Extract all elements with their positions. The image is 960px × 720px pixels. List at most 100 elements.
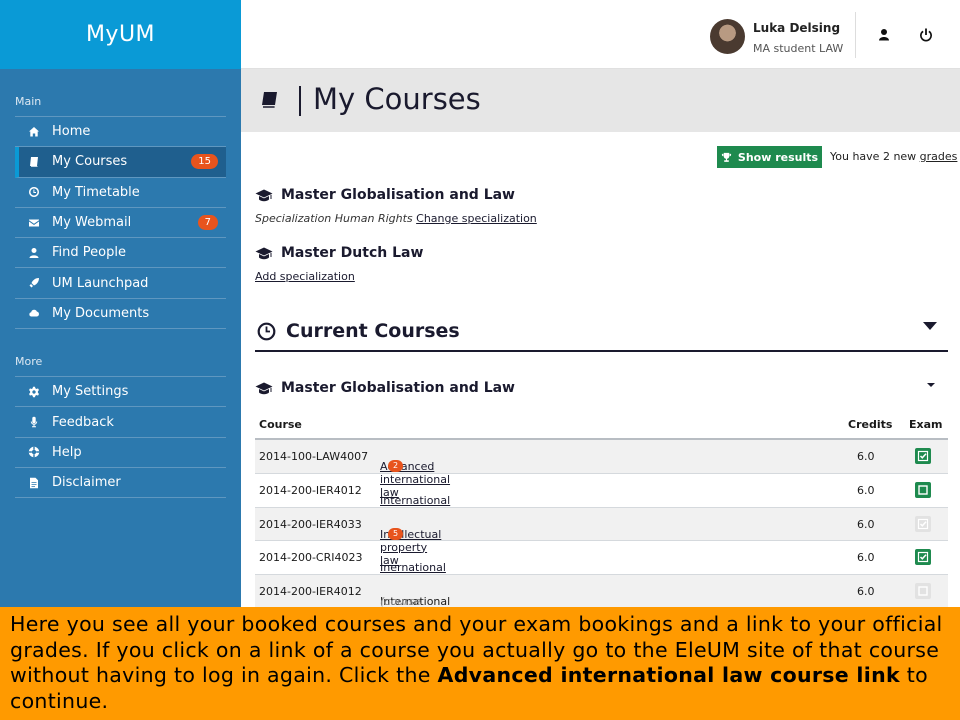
courses-table: Course Credits Exam 2014-100-LAW4007 Adv… bbox=[255, 410, 948, 647]
sidebar-item-label: My Timetable bbox=[52, 184, 140, 200]
graduation-cap-icon bbox=[255, 382, 273, 394]
change-specialization-link[interactable]: Change specialization bbox=[416, 212, 537, 225]
table-row: 2014-200-IER4012 International human rig… bbox=[255, 575, 948, 647]
sidebar-item-label: UM Launchpad bbox=[52, 275, 149, 291]
course-credits: 6.0 bbox=[857, 483, 875, 497]
table-row: 2014-100-LAW4007 Advanced international … bbox=[255, 440, 948, 499]
exam-booked-checkbox[interactable] bbox=[915, 448, 931, 464]
check-icon bbox=[917, 450, 929, 462]
gear-icon bbox=[27, 385, 41, 399]
sidebar-item-label: My Webmail bbox=[52, 215, 132, 231]
check-icon bbox=[917, 518, 929, 529]
sidebar-item-help[interactable]: Help bbox=[15, 438, 226, 468]
webmail-count-badge: 7 bbox=[197, 215, 218, 231]
specialization-line: Add specialization bbox=[255, 270, 355, 283]
graduation-cap-icon bbox=[255, 247, 273, 259]
sidebar-item-label: Feedback bbox=[52, 414, 114, 430]
sidebar-item-disclaimer[interactable]: Disclaimer bbox=[15, 468, 226, 499]
trophy-icon bbox=[721, 152, 732, 162]
main-content: Show results You have 2 new grades Maste… bbox=[241, 132, 960, 647]
page-title: My Courses bbox=[313, 82, 481, 116]
lifebuoy-icon bbox=[27, 445, 41, 459]
book-icon bbox=[259, 91, 279, 109]
table-row: 2014-200-CRI4023 Inernational criminal l… bbox=[255, 541, 948, 600]
show-results-label: Show results bbox=[737, 150, 819, 164]
specialization-line: Specialization Human Rights Change speci… bbox=[255, 212, 537, 225]
current-courses-title: Current Courses bbox=[257, 320, 460, 342]
page-title-bar: My Courses bbox=[241, 69, 960, 132]
collapse-programme-icon[interactable] bbox=[927, 383, 935, 387]
current-courses-divider bbox=[255, 350, 948, 352]
programme-title-text: Master Globalisation and Law bbox=[281, 187, 515, 203]
rocket-icon bbox=[27, 276, 41, 290]
sidebar-item-my-timetable[interactable]: My Timetable bbox=[15, 178, 226, 208]
sidebar-section-more-label: More bbox=[15, 355, 43, 369]
user-role: MA student LAW bbox=[753, 42, 844, 55]
course-notification-badge: 2 bbox=[388, 460, 404, 472]
sidebar-item-label: Home bbox=[52, 124, 91, 140]
programme-title: Master Dutch Law bbox=[255, 245, 423, 261]
exam-booked-checkbox[interactable] bbox=[915, 549, 931, 566]
exam-open-checkbox[interactable] bbox=[915, 481, 931, 498]
show-results-button[interactable]: Show results bbox=[717, 146, 822, 168]
sidebar-item-my-webmail[interactable]: My Webmail 7 bbox=[15, 208, 226, 239]
sidebar-item-label: My Settings bbox=[52, 384, 129, 400]
tutorial-caption: Here you see all your booked courses and… bbox=[0, 607, 960, 720]
current-programme-title-text: Master Globalisation and Law bbox=[281, 380, 515, 396]
course-code: 2014-200-IER4012 bbox=[259, 585, 362, 599]
sidebar-item-my-documents[interactable]: My Documents bbox=[15, 299, 226, 330]
course-notification-badge: 5 bbox=[388, 527, 404, 540]
programme-title: Master Globalisation and Law bbox=[255, 187, 515, 203]
current-courses-title-text: Current Courses bbox=[286, 320, 460, 342]
course-code: 2014-200-CRI4023 bbox=[259, 551, 363, 565]
sidebar-item-label: Help bbox=[52, 444, 82, 460]
avatar[interactable] bbox=[710, 19, 745, 54]
home-icon bbox=[27, 125, 41, 139]
sidebar-item-label: Find People bbox=[52, 245, 126, 261]
top-bar: Luka Delsing MA student LAW bbox=[241, 0, 960, 69]
course-credits: 6.0 bbox=[857, 585, 875, 599]
new-grades-text: You have 2 new grades bbox=[830, 150, 957, 163]
sidebar-item-home[interactable]: Home bbox=[15, 117, 226, 148]
app-logo[interactable]: MyUM bbox=[0, 0, 241, 69]
grades-link[interactable]: grades bbox=[920, 150, 958, 163]
new-grades-message: You have 2 new bbox=[830, 150, 920, 163]
graduation-cap-icon bbox=[255, 189, 273, 201]
add-specialization-link[interactable]: Add specialization bbox=[255, 270, 355, 283]
envelope-icon bbox=[27, 216, 41, 230]
exam-disabled-checkbox bbox=[915, 583, 931, 600]
course-credits: 6.0 bbox=[857, 551, 875, 565]
sidebar-item-find-people[interactable]: Find People bbox=[15, 238, 226, 269]
exam-disabled-checkbox bbox=[915, 515, 931, 532]
sidebar-section-main-label: Main bbox=[15, 95, 42, 108]
power-icon[interactable] bbox=[918, 27, 934, 43]
sidebar-item-um-launchpad[interactable]: UM Launchpad bbox=[15, 268, 226, 299]
collapse-current-courses-icon[interactable] bbox=[923, 322, 937, 330]
user-name[interactable]: Luka Delsing bbox=[753, 21, 840, 35]
cloud-icon bbox=[27, 306, 41, 320]
book-icon bbox=[27, 155, 41, 169]
sidebar-item-label: My Courses bbox=[52, 154, 128, 170]
specialization-text: Specialization Human Rights bbox=[255, 212, 413, 225]
current-programme-title: Master Globalisation and Law bbox=[255, 380, 515, 396]
column-header-exam: Exam bbox=[909, 418, 943, 431]
programme-title-text: Master Dutch Law bbox=[281, 245, 424, 261]
sidebar-more-list: My Settings Feedback Help Disclaimer bbox=[15, 376, 226, 499]
clock-icon bbox=[27, 185, 41, 199]
clock-icon bbox=[257, 322, 276, 340]
sidebar-main-list: Home My Courses 15 My Timetable My Webma… bbox=[15, 116, 226, 330]
course-credits: 6.0 bbox=[857, 450, 875, 463]
caption-bold: Advanced international law course link bbox=[437, 663, 900, 687]
top-divider bbox=[855, 12, 856, 58]
course-code: 2014-200-IER4012 bbox=[259, 483, 362, 497]
course-code: 2014-100-LAW4007 bbox=[259, 450, 369, 463]
sidebar-item-my-settings[interactable]: My Settings bbox=[15, 377, 226, 408]
sidebar-item-feedback[interactable]: Feedback bbox=[15, 407, 226, 438]
sidebar-item-label: My Documents bbox=[52, 305, 150, 321]
profile-icon[interactable] bbox=[876, 27, 892, 43]
column-header-course: Course bbox=[259, 418, 302, 431]
table-row: 2014-200-IER4012 International human rig… bbox=[255, 474, 948, 533]
empty-box-icon bbox=[918, 485, 928, 495]
microphone-icon bbox=[27, 415, 41, 429]
sidebar-item-my-courses[interactable]: My Courses 15 bbox=[15, 147, 226, 178]
